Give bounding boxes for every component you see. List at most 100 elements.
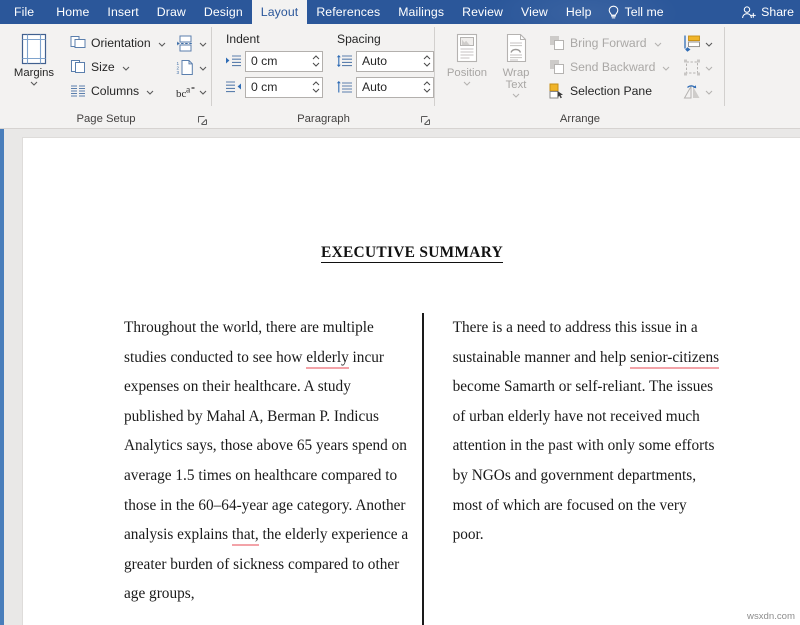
position-button[interactable]: Position	[443, 28, 491, 86]
indent-title: Indent	[224, 31, 323, 49]
spacing-after-spinner[interactable]	[420, 78, 433, 97]
ribbon-group-arrange: Position Wrap Text Bring Forwa	[435, 24, 725, 128]
orientation-label: Orientation	[91, 36, 151, 50]
document-heading: EXECUTIVE SUMMARY	[23, 244, 800, 262]
tab-review[interactable]: Review	[453, 0, 512, 24]
svg-text:bc: bc	[176, 88, 187, 100]
send-backward-icon	[548, 59, 565, 76]
chevron-down-icon[interactable]	[146, 88, 154, 96]
columns-label: Columns	[91, 84, 139, 98]
misspelled-word[interactable]: elderly	[306, 349, 348, 369]
indent-right-field[interactable]: 0 cm	[245, 77, 323, 98]
rotate-button[interactable]	[679, 79, 716, 103]
tab-draw-label: Draw	[157, 5, 186, 19]
size-button[interactable]: Size	[66, 55, 169, 79]
arrange-icon-commands	[679, 28, 716, 103]
tab-mailings-label: Mailings	[398, 5, 444, 19]
indent-left-spinner[interactable]	[309, 52, 322, 71]
document-workspace[interactable]: EXECUTIVE SUMMARY Throughout the world, …	[0, 129, 800, 625]
spacing-before-value: Auto	[357, 52, 420, 71]
chevron-down-icon[interactable]	[654, 40, 662, 48]
tab-draw[interactable]: Draw	[148, 0, 195, 24]
wrap-text-label: Wrap Text	[493, 67, 539, 91]
rotate-icon	[682, 82, 701, 101]
tab-file[interactable]: File	[0, 0, 47, 24]
line-numbers-button[interactable]: 123	[173, 55, 210, 79]
spacing-before-spinner[interactable]	[420, 52, 433, 71]
group-button[interactable]	[679, 55, 716, 79]
lightbulb-icon	[607, 5, 620, 20]
spacing-before-field[interactable]: Auto	[356, 51, 434, 72]
indent-left-value: 0 cm	[246, 52, 309, 71]
chevron-down-icon[interactable]	[705, 88, 713, 96]
indent-right-value: 0 cm	[246, 78, 309, 97]
chevron-down-icon[interactable]	[512, 91, 520, 99]
chevron-down-icon[interactable]	[158, 40, 166, 48]
align-button[interactable]	[679, 31, 716, 55]
share-button[interactable]: Share	[733, 0, 800, 24]
right-column[interactable]: There is a need to address this issue in…	[424, 313, 721, 625]
selection-pane-icon	[548, 83, 565, 100]
size-label: Size	[91, 60, 115, 74]
breaks-button[interactable]	[173, 31, 210, 55]
orientation-button[interactable]: Orientation	[66, 31, 169, 55]
chevron-down-icon[interactable]	[199, 40, 207, 48]
margins-label: Margins	[14, 67, 54, 79]
tab-home[interactable]: Home	[47, 0, 98, 24]
misspelled-word[interactable]: senior-citizens	[630, 349, 719, 369]
tell-me-label: Tell me	[625, 5, 664, 19]
selection-pane-button[interactable]: Selection Pane	[545, 79, 673, 103]
chevron-down-icon[interactable]	[199, 88, 207, 96]
indent-right-spinner[interactable]	[309, 78, 322, 97]
arrange-commands: Bring Forward Send Backward	[545, 28, 673, 103]
chevron-down-icon[interactable]	[463, 79, 471, 87]
tab-mailings[interactable]: Mailings	[389, 0, 453, 24]
chevron-down-icon[interactable]	[30, 79, 38, 87]
bring-forward-label: Bring Forward	[570, 36, 647, 50]
ribbon-group-paragraph: Indent 0 cm	[212, 24, 435, 128]
ribbon: Margins Orientation	[0, 24, 800, 129]
ribbon-group-page-setup: Margins Orientation	[0, 24, 212, 128]
size-icon	[69, 59, 86, 76]
chevron-down-icon[interactable]	[199, 64, 207, 72]
chevron-down-icon[interactable]	[662, 64, 670, 72]
watermark: wsxdn.com	[747, 611, 795, 622]
indent-left-field[interactable]: 0 cm	[245, 51, 323, 72]
chevron-down-icon[interactable]	[705, 40, 713, 48]
spacing-after-row: Auto	[335, 75, 434, 99]
bring-forward-button[interactable]: Bring Forward	[545, 31, 673, 55]
tab-references[interactable]: References	[307, 0, 389, 24]
text-run: incur expenses on their healthcare. A st…	[124, 349, 407, 544]
chevron-down-icon[interactable]	[122, 64, 130, 72]
tab-help-label: Help	[566, 5, 592, 19]
page-setup-dialog-launcher[interactable]	[198, 116, 207, 125]
tab-help[interactable]: Help	[557, 0, 601, 24]
tab-references-label: References	[316, 5, 380, 19]
tab-design[interactable]: Design	[195, 0, 252, 24]
indent-fields: Indent 0 cm	[224, 31, 323, 101]
misspelled-word[interactable]: that,	[232, 526, 259, 546]
tell-me-search[interactable]: Tell me	[601, 0, 672, 24]
indent-left-icon	[224, 53, 242, 70]
tab-layout[interactable]: Layout	[252, 0, 308, 24]
svg-text:a: a	[186, 85, 191, 95]
hyphenation-icon: bca	[176, 82, 195, 101]
chevron-down-icon[interactable]	[705, 64, 713, 72]
tab-insert[interactable]: Insert	[98, 0, 147, 24]
spacing-after-field[interactable]: Auto	[356, 77, 434, 98]
margins-button[interactable]: Margins	[8, 28, 60, 86]
selection-pane-label: Selection Pane	[570, 84, 652, 98]
tab-file-label: File	[14, 5, 34, 19]
document-page[interactable]: EXECUTIVE SUMMARY Throughout the world, …	[22, 137, 800, 625]
hyphenation-button[interactable]: bca	[173, 79, 210, 103]
tab-view[interactable]: View	[512, 0, 557, 24]
paragraph-dialog-launcher[interactable]	[421, 116, 430, 125]
wrap-text-button[interactable]: Wrap Text	[493, 28, 539, 98]
left-column[interactable]: Throughout the world, there are multiple…	[124, 313, 421, 625]
person-add-icon	[741, 5, 757, 20]
group-separator	[724, 27, 725, 106]
send-backward-button[interactable]: Send Backward	[545, 55, 673, 79]
page-setup-label-text: Page Setup	[76, 113, 135, 125]
document-heading-text: EXECUTIVE SUMMARY	[321, 244, 503, 263]
columns-button[interactable]: Columns	[66, 79, 169, 103]
